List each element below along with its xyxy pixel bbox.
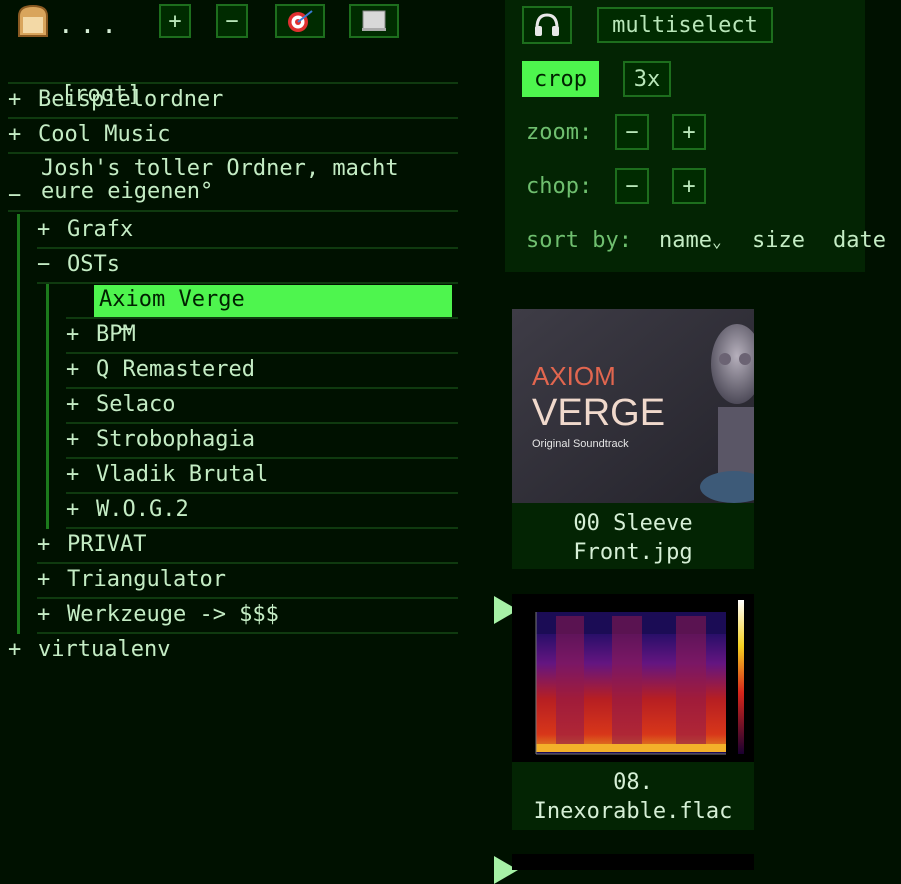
bread-icon[interactable] <box>14 2 52 40</box>
collapse-all-button[interactable]: − <box>216 4 248 38</box>
file-name-line1: 08. <box>613 770 653 795</box>
tree-item-virtualenv[interactable]: + virtualenv <box>8 635 458 669</box>
tree-indent-line <box>17 214 20 634</box>
zoom-in-button[interactable]: + <box>672 114 706 150</box>
zoom-label: zoom: <box>526 120 593 145</box>
file-name-line1: 00 Sleeve <box>573 511 693 536</box>
tree-item-label: virtualenv <box>38 637 171 662</box>
expand-marker[interactable]: + <box>66 425 96 455</box>
tree-item-joshs-ordner[interactable]: − Josh's toller Ordner, macht eure eigen… <box>8 155 458 212</box>
tree-item-vladik-brutal[interactable]: + Vladik Brutal <box>66 460 458 494</box>
tree-item-werkzeuge[interactable]: + Werkzeuge -> $$$ <box>37 600 458 634</box>
image-thumbnail: AXIOM VERGE Original Soundtrack <box>512 309 754 503</box>
sheet-icon <box>362 10 386 31</box>
crop-toggle[interactable]: crop <box>522 61 599 97</box>
tree-item-q-remastered[interactable]: + Q Remastered <box>66 355 458 389</box>
collapse-marker[interactable]: − <box>37 250 67 280</box>
tree-item-privat[interactable]: + PRIVAT <box>37 530 458 564</box>
expand-marker[interactable]: + <box>66 495 96 525</box>
tree-item-wog2[interactable]: + W.O.G.2 <box>66 495 458 529</box>
expand-marker[interactable]: + <box>66 460 96 490</box>
tree-item-label: PRIVAT <box>67 532 147 557</box>
file-tile[interactable]: AXIOM VERGE Original Soundtrack 00 Sleev… <box>512 309 754 569</box>
cover-title-line1: AXIOM <box>532 361 616 391</box>
tree-item-cool-music[interactable]: + Cool Music <box>8 120 458 154</box>
tree-item-label-cont: eure eigenen° <box>41 179 214 204</box>
cover-subtitle: Original Soundtrack <box>532 438 629 450</box>
tree-item-label: Selaco <box>96 392 176 417</box>
spectrogram-thumbnail <box>512 594 754 762</box>
chop-less-button[interactable]: − <box>615 168 649 204</box>
sort-size-option[interactable]: size <box>752 228 805 253</box>
expand-marker[interactable]: + <box>37 600 67 630</box>
sort-name-option[interactable]: name⌄ <box>659 228 722 253</box>
tree-item-grafx[interactable]: + Grafx <box>37 215 458 249</box>
file-name: 00 Sleeve Front.jpg <box>512 503 754 567</box>
path-ellipsis[interactable]: ... <box>58 10 123 40</box>
file-name: 08. Inexorable.flac <box>512 762 754 826</box>
expand-marker[interactable]: + <box>66 320 96 350</box>
file-tile[interactable]: 08. Inexorable.flac <box>512 594 754 830</box>
sheet-button[interactable] <box>349 4 399 38</box>
scale-toggle[interactable]: 3x <box>623 61 671 97</box>
expand-marker[interactable]: + <box>37 565 67 595</box>
target-icon <box>288 10 313 32</box>
tree-item-label: Strobophagia <box>96 427 255 452</box>
tree-item-strobophagia[interactable]: + Strobophagia <box>66 425 458 459</box>
cover-title-line2: VERGE <box>532 392 665 434</box>
tree-item-label: BPM <box>96 322 136 347</box>
view-controls-panel: multiselect crop 3x zoom: − + chop: − + … <box>505 0 886 272</box>
tree-item-label: Grafx <box>67 217 134 242</box>
expand-marker[interactable]: + <box>37 530 67 560</box>
expand-marker[interactable]: + <box>8 120 38 150</box>
tree-item-label: Beispielordner <box>38 87 224 112</box>
file-name-line2: Inexorable.flac <box>533 799 733 824</box>
tree-indent-line <box>46 284 49 529</box>
sort-label: sort by: <box>526 228 632 253</box>
tree-item-label: Josh's toller Ordner, macht <box>41 156 399 181</box>
tree-item-label: Cool Music <box>38 122 171 147</box>
expand-marker[interactable]: + <box>8 85 38 115</box>
tree-item-bpm[interactable]: + BPM <box>66 320 458 354</box>
tree-item-label: Q Remastered <box>96 357 255 382</box>
file-name-line2: Front.jpg <box>573 540 693 565</box>
locate-button[interactable] <box>275 4 325 38</box>
audio-button[interactable] <box>522 6 572 44</box>
chop-label: chop: <box>526 174 593 199</box>
sort-option-text: name <box>659 228 712 253</box>
sort-indicator-icon: ⌄ <box>711 232 722 251</box>
tree-root[interactable]: [root] <box>8 50 458 107</box>
tree-toolbar: ... + − <box>0 0 460 46</box>
expand-marker[interactable]: + <box>66 355 96 385</box>
folder-tree-pane: ... + − [root] + Beispielordner + Cool Mus… <box>0 0 460 870</box>
expand-all-button[interactable]: + <box>159 4 191 38</box>
tree-item-osts[interactable]: − OSTs <box>37 250 458 284</box>
chop-more-button[interactable]: + <box>672 168 706 204</box>
tree-item-triangulator[interactable]: + Triangulator <box>37 565 458 599</box>
tree-item-selaco[interactable]: + Selaco <box>66 390 458 424</box>
tree-item-label: Werkzeuge -> $$$ <box>67 602 279 627</box>
file-tile-partial[interactable] <box>512 854 754 870</box>
zoom-out-button[interactable]: − <box>615 114 649 150</box>
collapse-marker[interactable]: − <box>8 181 38 211</box>
sort-date-option[interactable]: date <box>833 228 886 253</box>
multiselect-button[interactable]: multiselect <box>597 7 773 43</box>
tree-item-beispielordner[interactable]: + Beispielordner <box>8 85 458 119</box>
tree-item-axiom-verge[interactable]: − Axiom Verge <box>66 285 458 342</box>
headphones-icon <box>535 13 559 36</box>
tree-item-label: Vladik Brutal <box>96 462 269 487</box>
tree-item-label: OSTs <box>67 252 120 277</box>
tree-item-label: Triangulator <box>67 567 226 592</box>
tree-item-label: W.O.G.2 <box>96 497 189 522</box>
tree-item-label-selected: Axiom Verge <box>94 285 452 317</box>
expand-marker[interactable]: + <box>66 390 96 420</box>
expand-marker[interactable]: + <box>37 215 67 245</box>
expand-marker[interactable]: + <box>8 635 38 665</box>
